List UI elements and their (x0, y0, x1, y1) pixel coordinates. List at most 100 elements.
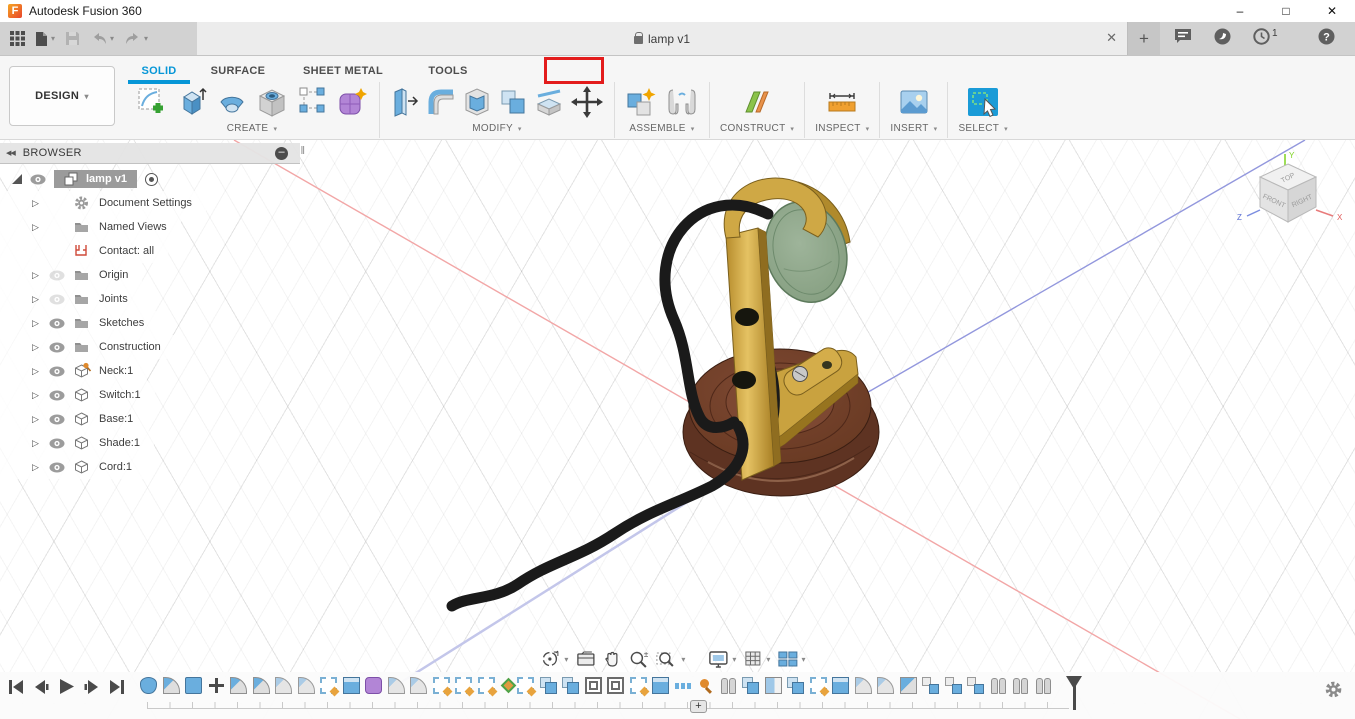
step-back-button[interactable] (33, 679, 49, 695)
timeline-feature-icon[interactable] (607, 677, 624, 694)
group-label-modify[interactable]: MODIFY ▾ (472, 123, 521, 134)
timeline-feature-icon[interactable] (809, 677, 827, 694)
visibility-eye-icon[interactable] (49, 414, 65, 425)
expand-arrow-icon[interactable]: ▷ (32, 222, 40, 233)
visibility-eye-icon[interactable] (49, 294, 65, 305)
expand-arrow-icon[interactable]: ▷ (32, 414, 40, 425)
view-cube[interactable]: Y TOP FRONT RIGHT Z X (1233, 150, 1349, 242)
list-item[interactable]: ▷ Document Settings (0, 191, 206, 215)
tab-tools[interactable]: TOOLS (403, 60, 493, 82)
expand-arrow-icon[interactable]: ▷ (32, 438, 40, 449)
list-item[interactable]: ▷ Named Views (0, 215, 181, 239)
viewports-icon[interactable]: ▾ (777, 650, 805, 668)
timeline-feature-icon[interactable] (629, 677, 647, 694)
list-item[interactable]: ▷ Construction (0, 335, 175, 359)
timeline-feature-icon[interactable] (764, 677, 782, 694)
timeline-feature-icon[interactable] (342, 677, 360, 694)
revolve-icon[interactable] (215, 85, 249, 119)
step-forward-button[interactable] (84, 679, 100, 695)
expand-arrow-icon[interactable]: ▷ (32, 198, 40, 209)
new-tab-button[interactable]: + (1128, 22, 1160, 55)
list-item[interactable]: ▷ Shade:1 (0, 431, 154, 455)
timeline-settings-gear-icon[interactable] (1324, 680, 1343, 699)
split-body-icon[interactable] (534, 85, 564, 119)
timeline-feature-icon[interactable] (320, 677, 337, 694)
browser-minimize-icon[interactable]: – (275, 146, 288, 160)
document-tab[interactable]: lamp v1 ✕ (197, 22, 1128, 55)
timeline-feature-icon[interactable] (854, 677, 872, 694)
timeline-feature-icon[interactable] (922, 677, 939, 694)
timeline-feature-icon[interactable] (140, 677, 157, 694)
timeline-feature-icon[interactable] (162, 677, 180, 694)
insert-image-icon[interactable] (897, 85, 931, 119)
shell-icon[interactable] (462, 85, 492, 119)
timeline-feature-icon[interactable] (674, 677, 692, 694)
zoom-window-icon[interactable]: ▾ (655, 650, 685, 669)
timeline-feature-icon[interactable] (517, 677, 534, 694)
timeline-feature-icon[interactable] (365, 677, 382, 694)
measure-icon[interactable] (825, 85, 859, 119)
file-menu-icon[interactable]: ▾ (33, 29, 57, 49)
combine-icon[interactable] (498, 85, 528, 119)
create-sketch-icon[interactable] (135, 85, 169, 119)
expand-arrow-icon[interactable]: ▷ (32, 342, 40, 353)
timeline-feature-icon[interactable] (275, 677, 292, 694)
timeline-feature-icon[interactable] (230, 677, 247, 694)
timeline-feature-icon[interactable] (877, 677, 894, 694)
construct-plane-icon[interactable] (740, 85, 774, 119)
look-at-icon[interactable] (575, 650, 595, 668)
timeline-feature-icon[interactable] (652, 677, 669, 694)
expand-arrow-icon[interactable]: ▷ (32, 462, 40, 473)
expand-arrow-icon[interactable]: ▷ (32, 366, 40, 377)
timeline-feature-icon[interactable] (1035, 677, 1052, 694)
group-label-insert[interactable]: INSERT ▾ (890, 123, 937, 134)
list-item[interactable]: ▷ Joints (0, 287, 142, 311)
viewports-caret-icon[interactable]: ▾ (801, 655, 805, 664)
list-item[interactable]: ▷ Base:1 (0, 407, 148, 431)
timeline-feature-icon[interactable] (742, 677, 759, 694)
timeline-feature-icon[interactable] (477, 677, 495, 694)
timeline-feature-icon[interactable] (432, 677, 450, 694)
browser-collapse-icon[interactable]: ◀◀ (6, 149, 16, 157)
new-component-icon[interactable] (625, 85, 659, 119)
group-label-assemble[interactable]: ASSEMBLE ▾ (629, 123, 694, 134)
orbit-icon[interactable]: ▾ (538, 649, 568, 669)
minimize-button[interactable]: – (1217, 0, 1263, 22)
visibility-eye-icon[interactable] (49, 366, 65, 377)
lamp-model[interactable] (446, 177, 880, 612)
timeline-feature-icon[interactable] (697, 677, 714, 694)
expand-arrow-icon[interactable]: ▷ (32, 390, 40, 401)
help-icon[interactable]: ? (1318, 28, 1335, 50)
display-settings-caret-icon[interactable]: ▾ (732, 655, 736, 664)
grid-display-caret-icon[interactable]: ▾ (766, 655, 770, 664)
timeline-feature-icon[interactable] (562, 677, 579, 694)
list-item[interactable]: ▷ Contact: all (0, 239, 169, 263)
group-label-select[interactable]: SELECT ▾ (958, 123, 1007, 134)
list-item[interactable]: ▷ Sketches (0, 311, 159, 335)
expand-arrow-icon[interactable]: ▷ (32, 270, 40, 281)
play-button[interactable] (58, 678, 75, 695)
timeline-feature-icon[interactable] (990, 677, 1007, 694)
list-item[interactable]: ▷ Neck:1 (0, 359, 148, 383)
browser-resize-grip[interactable]: ‖ (300, 145, 305, 157)
timeline-feature-icon[interactable] (208, 677, 225, 694)
timeline-feature-icon[interactable] (252, 677, 270, 694)
tab-sheet-metal[interactable]: SHEET METAL (283, 60, 403, 82)
browser-root-item[interactable]: lamp v1 (0, 167, 300, 191)
timeline-feature-icon[interactable] (787, 677, 804, 694)
group-label-create[interactable]: CREATE ▾ (227, 123, 278, 134)
pan-icon[interactable] (602, 650, 621, 669)
go-to-start-button[interactable] (8, 679, 24, 695)
extrude-icon[interactable] (175, 85, 209, 119)
timeline-feature-icon[interactable] (455, 677, 472, 694)
undo-icon[interactable]: ▾ (88, 30, 116, 48)
visibility-eye-icon[interactable] (49, 270, 65, 281)
comments-icon[interactable] (1174, 28, 1192, 49)
viewport-canvas[interactable]: Y TOP FRONT RIGHT Z X ◀◀ BROWSER – ‖ lam… (0, 140, 1355, 719)
list-item[interactable]: ▷ Cord:1 (0, 455, 147, 479)
timeline-feature-icon[interactable] (720, 677, 737, 694)
app-grid-icon[interactable] (8, 29, 27, 48)
list-item[interactable]: ▷ Switch:1 (0, 383, 155, 407)
zoom-window-caret-icon[interactable]: ▾ (681, 655, 685, 664)
visibility-eye-icon[interactable] (30, 174, 46, 185)
